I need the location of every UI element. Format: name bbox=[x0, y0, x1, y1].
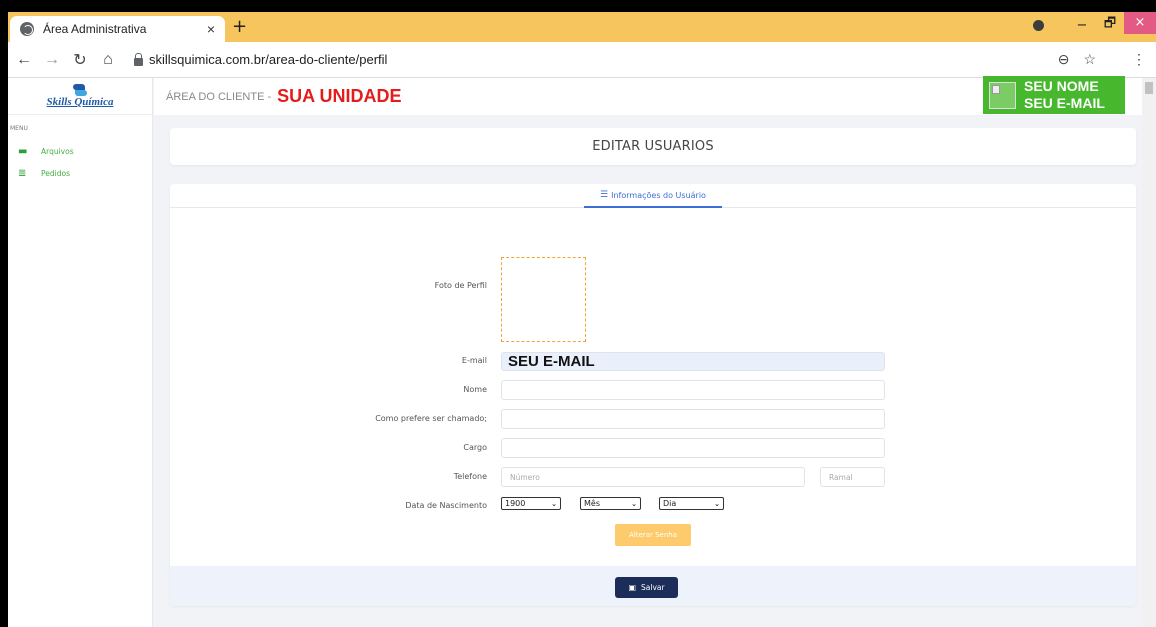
chevron-down-icon: ⌄ bbox=[551, 499, 557, 508]
zoom-icon[interactable]: ⊖ bbox=[1058, 51, 1070, 68]
page: Skills Química MENU ▬ Arquivos ≣ Pedidos… bbox=[8, 76, 1156, 627]
browser-tab[interactable]: Área Administrativa × bbox=[10, 16, 225, 42]
sidebar-item-label: Pedidos bbox=[41, 168, 70, 178]
sidebar: Skills Química MENU ▬ Arquivos ≣ Pedidos bbox=[8, 78, 153, 627]
save-button[interactable]: ▣ Salvar bbox=[615, 577, 678, 598]
year-select[interactable]: 1900 ⌄ bbox=[501, 497, 561, 510]
area-label: ÁREA DO CLIENTE - bbox=[166, 90, 272, 103]
database-icon: ≣ bbox=[18, 167, 27, 179]
sidebar-item-pedidos[interactable]: ≣ Pedidos bbox=[18, 162, 152, 184]
name-label: Nome bbox=[463, 385, 487, 394]
form-footer: ▣ Salvar bbox=[170, 566, 1136, 606]
avatar bbox=[989, 81, 1016, 109]
address-bar: ← → ↻ ⌂ skillsquimica.com.br/area-do-cli… bbox=[8, 42, 1156, 78]
logo[interactable]: Skills Química bbox=[8, 78, 152, 115]
scrollbar[interactable] bbox=[1142, 78, 1156, 627]
form-card: ☰ Informações do Usuário Foto de Perfil … bbox=[170, 184, 1136, 606]
month-value: Mês bbox=[584, 499, 600, 508]
page-title: EDITAR USUARIOS bbox=[592, 139, 714, 154]
user-name: SEU NOME bbox=[1024, 78, 1099, 94]
phone-input[interactable]: Número bbox=[501, 467, 805, 487]
record-icon[interactable] bbox=[1033, 19, 1044, 31]
title-card: EDITAR USUARIOS bbox=[170, 128, 1136, 165]
chevron-down-icon: ⌄ bbox=[631, 499, 637, 508]
new-tab-button[interactable]: + bbox=[232, 16, 247, 37]
logo-mark-icon bbox=[73, 84, 87, 96]
sidebar-item-arquivos[interactable]: ▬ Arquivos bbox=[18, 140, 152, 162]
phone-label: Telefone bbox=[453, 472, 487, 481]
day-value: Dia bbox=[663, 499, 677, 508]
role-input[interactable] bbox=[501, 438, 885, 458]
email-label: E-mail bbox=[461, 356, 487, 365]
list-icon: ☰ bbox=[600, 190, 609, 200]
logo-text: Skills Química bbox=[46, 96, 114, 108]
birth-date-label: Data de Nascimento bbox=[405, 501, 487, 510]
globe-icon bbox=[20, 22, 34, 36]
menu-label: MENU bbox=[10, 125, 28, 132]
tab-title: Área Administrativa bbox=[43, 22, 147, 36]
home-icon[interactable]: ⌂ bbox=[96, 51, 120, 69]
maximize-button[interactable]: 🗗 bbox=[1096, 14, 1124, 36]
month-select[interactable]: Mês ⌄ bbox=[580, 497, 641, 510]
top-header: ÁREA DO CLIENTE - SUA UNIDADE SEU NOME S… bbox=[154, 76, 1156, 115]
folder-icon: ▬ bbox=[18, 145, 28, 157]
bookmark-star-icon[interactable]: ☆ bbox=[1083, 51, 1096, 68]
user-box[interactable]: SEU NOME SEU E-MAIL bbox=[983, 76, 1125, 114]
url-field[interactable]: skillsquimica.com.br/area-do-cliente/per… bbox=[149, 52, 1058, 67]
sidebar-item-label: Arquivos bbox=[41, 146, 74, 156]
tab-strip: ☰ Informações do Usuário bbox=[170, 184, 1136, 208]
day-select[interactable]: Dia ⌄ bbox=[659, 497, 724, 510]
scrollbar-thumb[interactable] bbox=[1145, 82, 1153, 94]
floppy-disk-icon: ▣ bbox=[628, 583, 636, 592]
forward-icon[interactable]: → bbox=[40, 51, 64, 69]
save-label: Salvar bbox=[641, 583, 665, 592]
role-label: Cargo bbox=[463, 443, 487, 452]
year-value: 1900 bbox=[505, 499, 526, 508]
change-password-button[interactable]: Alterar Senha bbox=[615, 524, 691, 546]
unit-name: SUA UNIDADE bbox=[277, 86, 402, 106]
extension-input[interactable]: Ramal bbox=[820, 467, 885, 487]
more-menu-icon[interactable]: ⋮ bbox=[1132, 51, 1146, 68]
close-window-button[interactable]: × bbox=[1124, 12, 1156, 34]
window-controls: − 🗗 × bbox=[1033, 12, 1156, 38]
nickname-input[interactable] bbox=[501, 409, 885, 429]
name-input[interactable] bbox=[501, 380, 885, 400]
browser-tab-bar: Área Administrativa × + − 🗗 × bbox=[8, 12, 1156, 42]
profile-photo-dropzone[interactable] bbox=[501, 257, 586, 342]
user-email: SEU E-MAIL bbox=[1024, 95, 1105, 111]
tab-user-info[interactable]: ☰ Informações do Usuário bbox=[584, 184, 722, 208]
nickname-label: Como prefere ser chamado; bbox=[375, 414, 487, 423]
email-field[interactable]: SEU E-MAIL bbox=[501, 352, 885, 371]
reload-icon[interactable]: ↻ bbox=[68, 50, 92, 70]
chevron-down-icon: ⌄ bbox=[714, 499, 720, 508]
tab-close-icon[interactable]: × bbox=[207, 21, 215, 37]
photo-label: Foto de Perfil bbox=[434, 281, 487, 290]
tab-label: Informações do Usuário bbox=[611, 190, 706, 200]
minimize-button[interactable]: − bbox=[1068, 18, 1096, 33]
back-icon[interactable]: ← bbox=[12, 51, 36, 69]
lock-icon[interactable] bbox=[134, 52, 143, 66]
